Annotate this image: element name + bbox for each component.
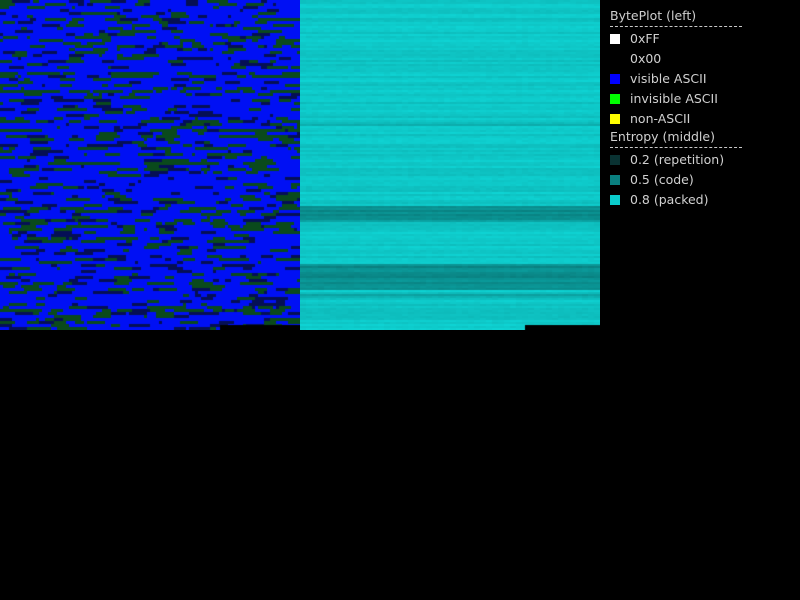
legend-label-visible-ascii: visible ASCII — [630, 71, 707, 86]
swatch-0x00 — [610, 54, 620, 64]
swatch-0xff — [610, 34, 620, 44]
legend-item-non-ascii: non-ASCII — [610, 109, 742, 129]
entropy-view[interactable] — [300, 0, 600, 330]
swatch-non-ascii — [610, 114, 620, 124]
legend-label-entropy-code: 0.5 (code) — [630, 172, 694, 187]
legend-title-byteplot: BytePlot (left) — [610, 8, 742, 27]
legend-panel: BytePlot (left) 0xFF 0x00 visible ASCII … — [610, 8, 742, 210]
swatch-entropy-repetition — [610, 155, 620, 165]
legend-label-entropy-packed: 0.8 (packed) — [630, 192, 709, 207]
swatch-invisible-ascii — [610, 94, 620, 104]
legend-label-invisible-ascii: invisible ASCII — [630, 91, 718, 106]
legend-item-0xff: 0xFF — [610, 29, 742, 49]
legend-item-entropy-repetition: 0.2 (repetition) — [610, 150, 742, 170]
byteplot-view[interactable] — [0, 0, 300, 330]
legend-label-0xff: 0xFF — [630, 31, 660, 46]
legend-item-0x00: 0x00 — [610, 49, 742, 69]
legend-title-entropy: Entropy (middle) — [610, 129, 742, 148]
legend-item-entropy-packed: 0.8 (packed) — [610, 190, 742, 210]
legend-item-invisible-ascii: invisible ASCII — [610, 89, 742, 109]
legend-label-0x00: 0x00 — [630, 51, 662, 66]
legend-item-entropy-code: 0.5 (code) — [610, 170, 742, 190]
swatch-visible-ascii — [610, 74, 620, 84]
swatch-entropy-code — [610, 175, 620, 185]
legend-item-visible-ascii: visible ASCII — [610, 69, 742, 89]
legend-label-non-ascii: non-ASCII — [630, 111, 691, 126]
legend-label-entropy-repetition: 0.2 (repetition) — [630, 152, 725, 167]
swatch-entropy-packed — [610, 195, 620, 205]
